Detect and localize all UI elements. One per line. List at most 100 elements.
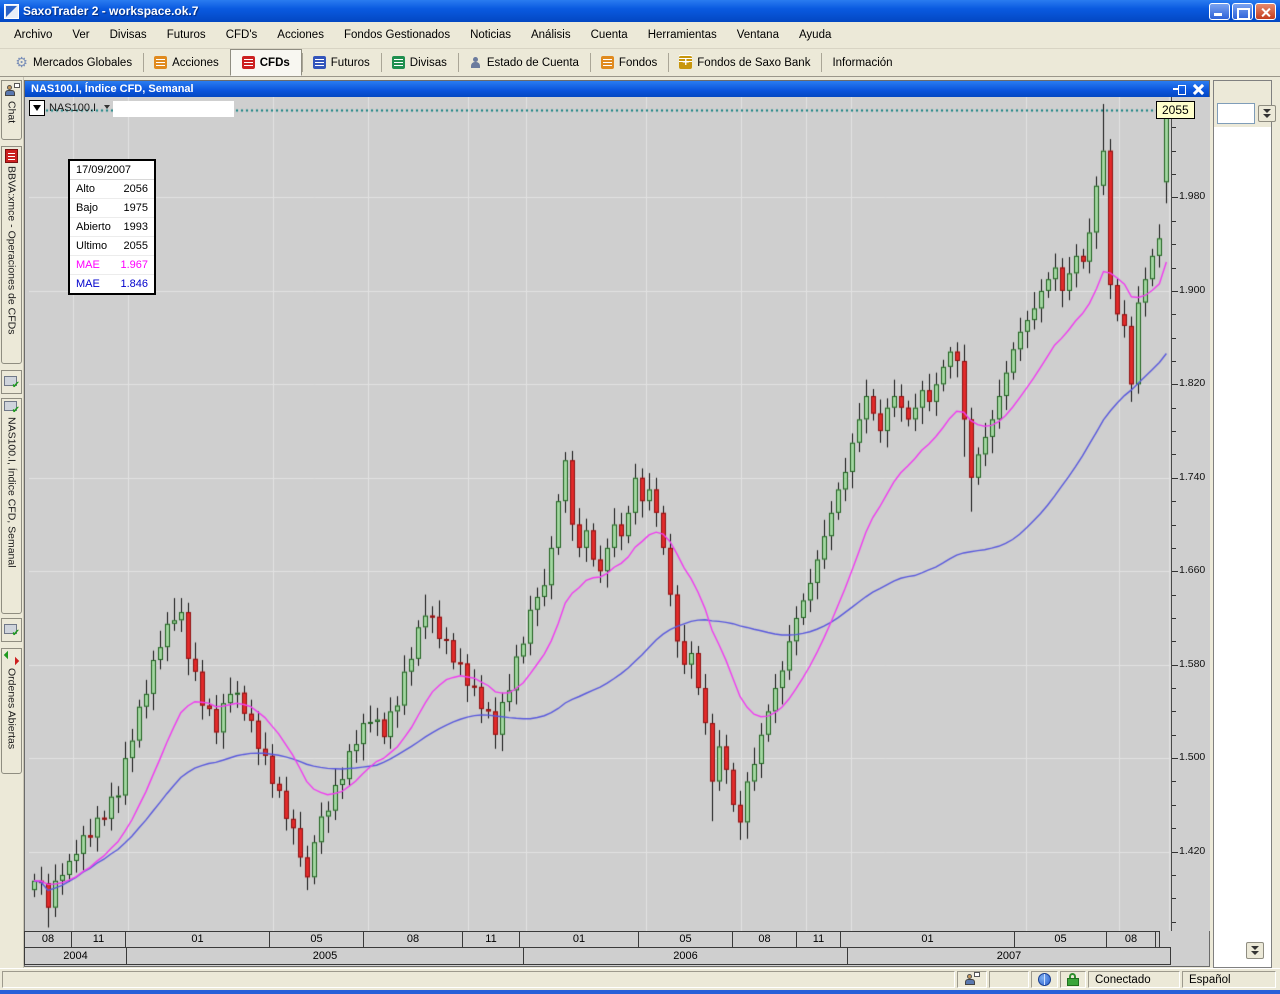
symbol-caret-icon[interactable] xyxy=(104,105,110,109)
chart-window-title: NAS100.I, Índice CFD, Semanal xyxy=(31,83,194,95)
tooltip-date: 17/09/2007 xyxy=(70,161,154,180)
menu-item-futuros[interactable]: Futuros xyxy=(157,25,216,45)
tab-divisas[interactable]: Divisas xyxy=(381,49,458,76)
dock-button-chart[interactable]: ✔ xyxy=(1,370,22,394)
tooltip-row-ultimo-2055: Ultimo2055 xyxy=(70,237,154,256)
expand-top-button[interactable] xyxy=(1258,105,1276,122)
language-indicator[interactable]: Español xyxy=(1182,971,1276,988)
date-axis-month-cell: 08 xyxy=(1106,931,1156,948)
status-security-cell[interactable] xyxy=(1060,971,1086,988)
price-tick xyxy=(1172,454,1176,455)
status-bar: Conectado Español xyxy=(0,968,1280,990)
sidebar-item-bbva-xmce-operaciones-de-cfds[interactable]: BBVA:xmce - Operaciones de CFDs xyxy=(1,146,22,364)
menu-item-ayuda[interactable]: Ayuda xyxy=(789,25,841,45)
price-tick xyxy=(1172,478,1178,479)
chart-monitor-icon: ✔ xyxy=(4,376,19,389)
date-axis-month-cell: 08 xyxy=(24,931,72,948)
chart-window-titlebar[interactable]: NAS100.I, Índice CFD, Semanal xyxy=(25,81,1209,97)
orange-doc-icon xyxy=(601,56,614,69)
price-tick xyxy=(1172,338,1176,339)
price-tick xyxy=(1172,711,1176,712)
price-tick xyxy=(1172,571,1178,572)
price-axis-label: 1.820 xyxy=(1179,377,1205,389)
tab-label: Mercados Globales xyxy=(33,57,132,69)
minimize-button[interactable] xyxy=(1209,3,1230,20)
right-panel-input[interactable] xyxy=(1217,103,1255,124)
dock-button-chart[interactable]: ✔ xyxy=(1,618,22,642)
tab-estado-de-cuenta[interactable]: Estado de Cuenta xyxy=(458,49,590,76)
date-axis-year-cell: 2004 xyxy=(24,947,127,965)
price-tick xyxy=(1172,384,1178,385)
chart-dropdown-button[interactable] xyxy=(29,100,45,116)
tab-mercados-globales[interactable]: ⚙Mercados Globales xyxy=(4,49,143,76)
price-tick xyxy=(1172,221,1176,222)
red-doc-icon xyxy=(242,56,255,69)
price-tick xyxy=(1172,875,1176,876)
price-tick xyxy=(1172,408,1176,409)
close-button[interactable] xyxy=(1255,3,1276,20)
price-axis-label: 1.740 xyxy=(1179,471,1205,483)
menu-item-cfd-s[interactable]: CFD's xyxy=(216,25,268,45)
pin-icon[interactable] xyxy=(1173,85,1185,93)
menu-item-analisis[interactable]: Análisis xyxy=(521,25,581,45)
status-network-cell[interactable] xyxy=(1031,971,1058,988)
price-tick xyxy=(1172,805,1176,806)
tab-fondos-de-saxo-bank[interactable]: Fondos de Saxo Bank xyxy=(668,49,821,76)
tooltip-label: Abierto xyxy=(76,221,111,233)
menu-item-ver[interactable]: Ver xyxy=(62,25,99,45)
status-chat-cell[interactable] xyxy=(957,971,987,988)
symbol-selector[interactable]: NAS100.I xyxy=(49,102,96,114)
menu-item-herramientas[interactable]: Herramientas xyxy=(638,25,727,45)
date-axis[interactable]: 08110105081101050811010508 2004200520062… xyxy=(25,931,1175,965)
ohlc-tooltip: 17/09/2007 Alto2056Bajo1975Abierto1993Ul… xyxy=(68,159,156,295)
tooltip-row-abierto-1993: Abierto 1993 xyxy=(70,218,154,237)
price-tick xyxy=(1172,898,1176,899)
chart-monitor-icon: ✔ xyxy=(4,624,19,637)
current-price-label: 2055 xyxy=(1156,101,1195,119)
tab-acciones[interactable]: Acciones xyxy=(143,49,230,76)
tab-label: Acciones xyxy=(172,57,219,69)
price-axis[interactable]: 1.9801.9001.8201.7401.6601.5801.5001.420 xyxy=(1171,97,1210,931)
tab-label: Fondos xyxy=(619,57,657,69)
date-axis-year-cell: 2007 xyxy=(847,947,1171,965)
menu-item-noticias[interactable]: Noticias xyxy=(460,25,521,45)
menu-item-acciones[interactable]: Acciones xyxy=(267,25,334,45)
date-axis-month-cell: 08 xyxy=(732,931,797,948)
menu-item-divisas[interactable]: Divisas xyxy=(100,25,157,45)
date-axis-year-cell: 2005 xyxy=(126,947,524,965)
orders-arrows-icon xyxy=(4,651,19,665)
price-tick xyxy=(1172,758,1178,759)
tab-label: Divisas xyxy=(410,57,447,69)
tab-cfds[interactable]: CFDs xyxy=(230,49,302,76)
tooltip-row-mae-1-967: MAE1.967 xyxy=(70,256,154,275)
price-axis-label: 1.980 xyxy=(1179,190,1205,202)
restore-button[interactable] xyxy=(1232,3,1253,20)
date-axis-month-cell xyxy=(1155,931,1160,948)
menu-item-fondos-gestionados[interactable]: Fondos Gestionados xyxy=(334,25,460,45)
dock-sidebar: Chat BBVA:xmce - Operaciones de CFDs ✔ ✔NAS… xyxy=(0,77,24,968)
close-icon[interactable] xyxy=(1193,84,1203,94)
expand-bottom-button[interactable] xyxy=(1246,942,1264,959)
price-tick xyxy=(1172,268,1176,269)
sidebar-item-nas100-i[interactable]: ✔NAS100.I, Índice CFD, Semanal xyxy=(1,398,22,614)
tab-informacion[interactable]: Información xyxy=(821,49,903,76)
tooltip-value: 1993 xyxy=(124,221,148,233)
tooltip-value: 1.967 xyxy=(120,259,148,271)
price-tick xyxy=(1172,665,1178,666)
sidebar-item-chat[interactable]: Chat xyxy=(1,80,22,140)
tab-fondos[interactable]: Fondos xyxy=(590,49,668,76)
menu-item-cuenta[interactable]: Cuenta xyxy=(581,25,638,45)
tab-futuros[interactable]: Futuros xyxy=(302,49,381,76)
window-bottom-border xyxy=(0,990,1280,994)
menu-item-ventana[interactable]: Ventana xyxy=(727,25,789,45)
lock-icon xyxy=(1067,973,1079,986)
symbol-edit-box[interactable] xyxy=(113,101,234,117)
sidebar-item-ordenes-abiertas[interactable]: Ordenes Abiertas xyxy=(1,648,22,774)
window-titlebar: SaxoTrader 2 - workspace.ok.7 xyxy=(0,0,1280,22)
orange-doc-icon xyxy=(154,56,167,69)
candlestick-chart-canvas[interactable] xyxy=(29,97,1171,931)
menu-item-archivo[interactable]: Archivo xyxy=(4,25,62,45)
price-axis-label: 1.660 xyxy=(1179,564,1205,576)
tooltip-label: Alto xyxy=(76,183,95,195)
chevron-down-icon xyxy=(33,105,41,111)
